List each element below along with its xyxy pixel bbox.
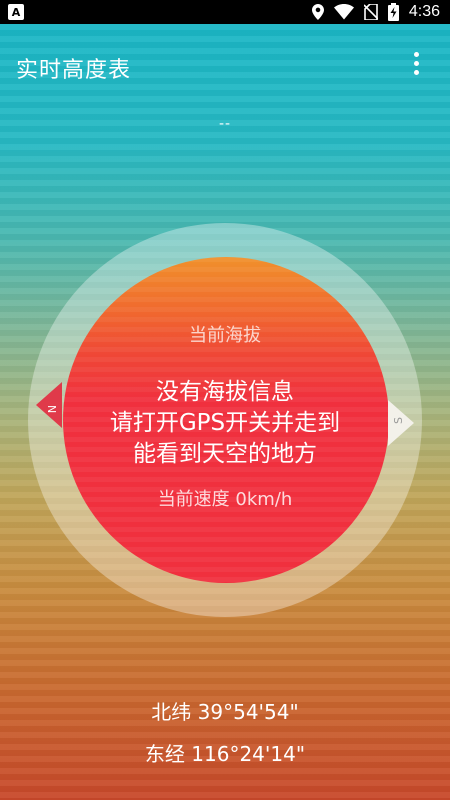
battery-charging-icon (387, 3, 399, 21)
app-bar: 实时高度表 (0, 24, 450, 108)
status-bar: A 4:36 (0, 0, 450, 24)
status-time: 4:36 (408, 3, 440, 20)
current-speed: 当前速度 0km/h (157, 489, 293, 510)
app-title: 实时高度表 (16, 58, 132, 83)
gps-instruction-line2: 能看到天空的地方 (133, 441, 317, 467)
overflow-menu-icon (413, 52, 419, 57)
location-icon (311, 4, 324, 20)
longitude: 东经 116°24'14" (144, 742, 306, 766)
altitude-value: -- (218, 116, 232, 132)
gps-instruction-line1: 请打开GPS开关并走到 (109, 410, 341, 436)
no-altitude-message: 没有海拔信息 (156, 379, 294, 405)
app-notification-icon: A (8, 4, 24, 20)
no-sim-icon (363, 4, 378, 20)
wifi-icon (333, 4, 354, 20)
overflow-menu-button[interactable] (404, 52, 428, 80)
latitude: 北纬 39°54'54" (151, 700, 299, 724)
altitude-label: 当前海拔 (189, 325, 261, 346)
